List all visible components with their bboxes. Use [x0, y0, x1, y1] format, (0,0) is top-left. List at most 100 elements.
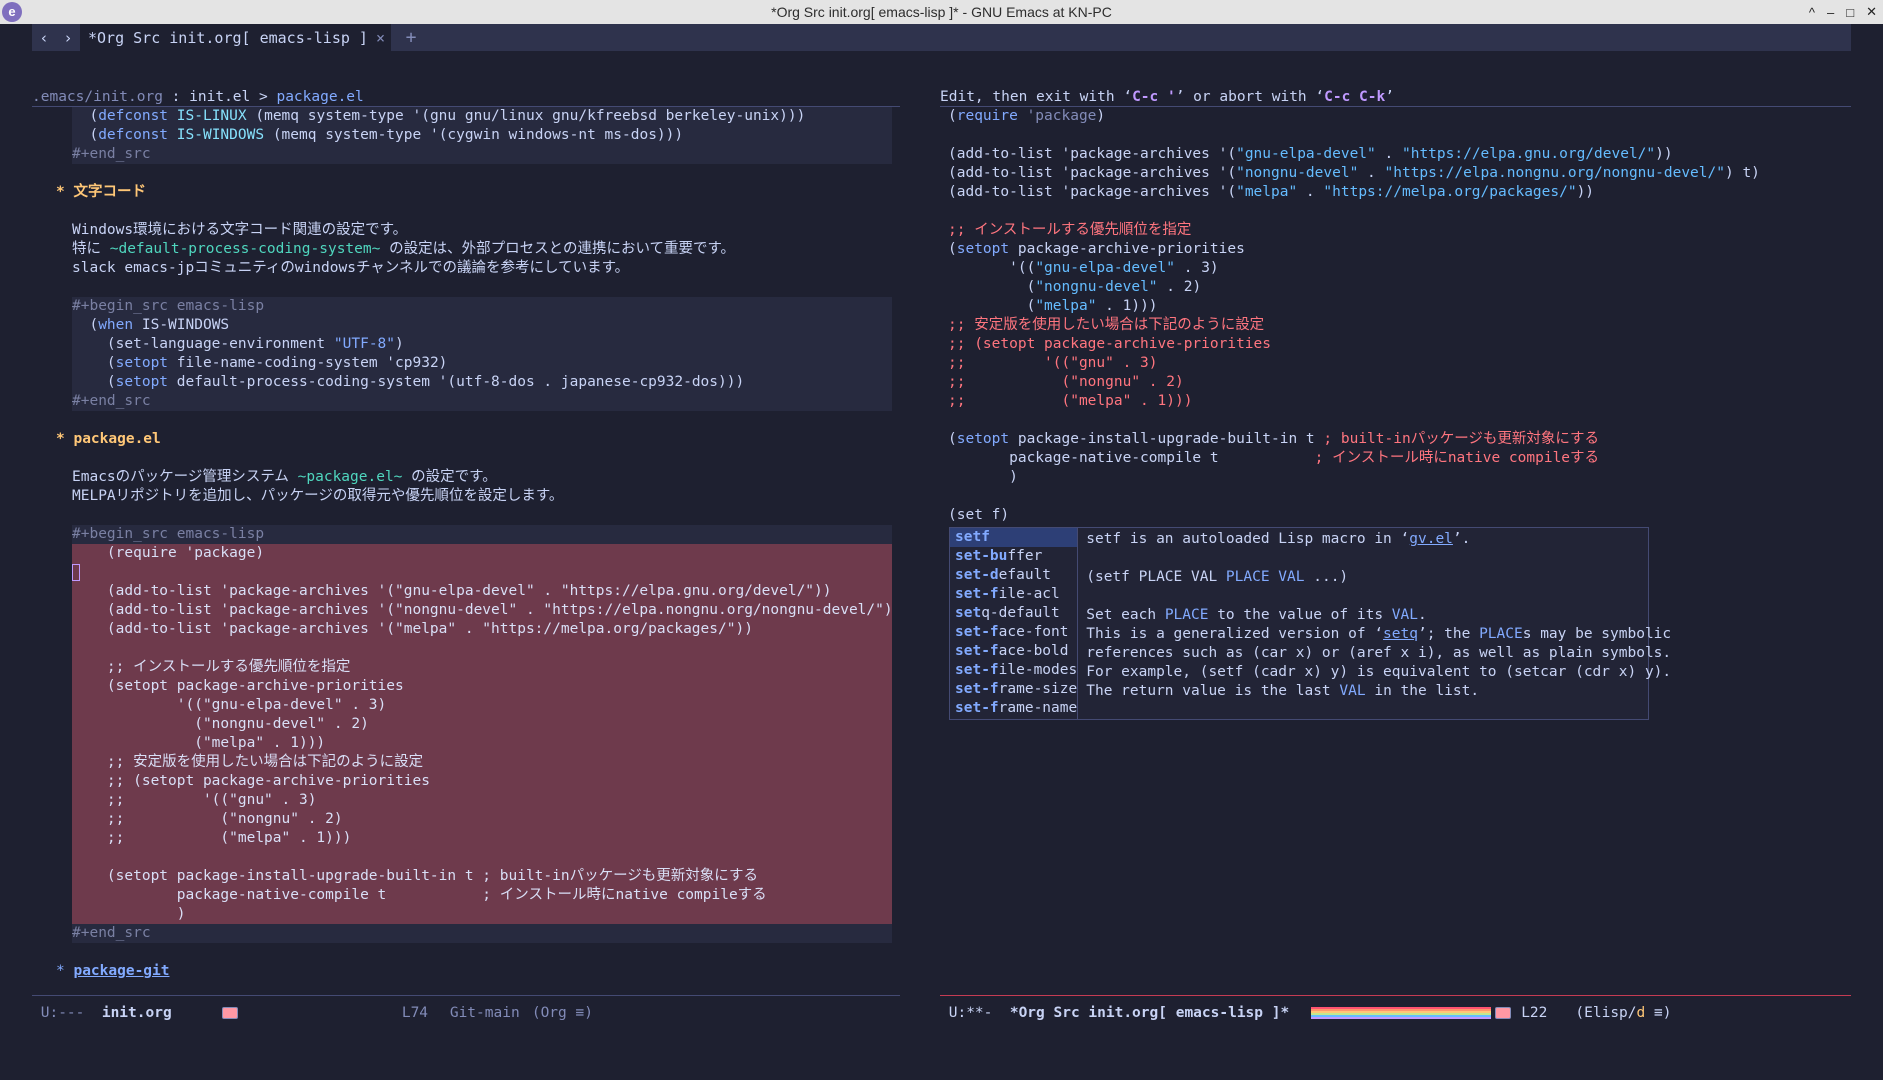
mode-text: (Elisp/: [1575, 1004, 1637, 1021]
completion-candidate-selected[interactable]: setf: [950, 528, 1078, 547]
completion-candidate[interactable]: set-frame-size: [950, 680, 1077, 699]
candidate-rest: q-default: [981, 605, 1060, 621]
package-git-link[interactable]: package-git: [73, 963, 169, 979]
modeline-state: U:**-: [940, 1004, 1010, 1021]
modeline-buffer-name[interactable]: init.org: [102, 1005, 222, 1021]
candidate-match: set-f: [955, 700, 999, 716]
completion-candidate[interactable]: setq-default: [950, 604, 1077, 623]
close-window-icon[interactable]: ✕: [1866, 4, 1877, 20]
maximize-icon[interactable]: □: [1846, 5, 1854, 20]
tab-back-icon[interactable]: ‹: [32, 24, 56, 51]
code-line: (setopt file-name-coding-system 'cp932): [72, 355, 448, 371]
code-line: ;; '(("gnu" . 3): [72, 792, 317, 808]
completion-candidate[interactable]: set-face-font: [950, 623, 1077, 642]
comment-line: ;; インストールする優先順位を指定: [948, 222, 1192, 238]
end-src: #+end_src: [72, 146, 151, 162]
doc-text: s may be symbolic: [1522, 626, 1672, 642]
header-text: ’: [1385, 89, 1394, 105]
modeline-buffer-name[interactable]: *Org Src init.org[ emacs-lisp ]*: [1010, 1005, 1289, 1021]
code-line: ("melpa" . 1))): [948, 297, 1851, 316]
doc-text: Set each: [1086, 607, 1165, 623]
breadcrumb-sep: :: [162, 89, 190, 105]
modeline-major-mode[interactable]: (Elisp/d ≡): [1575, 1005, 1671, 1021]
string: "gnu-elpa-devel": [1035, 260, 1175, 276]
completion-popup[interactable]: setf set-buffer set-default set-file-acl…: [949, 527, 1671, 720]
emacs-icon: e: [2, 2, 22, 22]
begin-src: #+begin_src emacs-lisp: [72, 526, 265, 542]
candidate-match: set-bu: [955, 548, 1008, 564]
minimize-icon[interactable]: –: [1827, 5, 1834, 20]
tab-close-icon[interactable]: ×: [376, 29, 385, 47]
code-line: (require 'package): [948, 108, 1106, 124]
doc-text: setf is an autoloaded Lisp macro in ‘: [1086, 531, 1410, 547]
completion-candidate[interactable]: set-default: [950, 566, 1077, 585]
highlighted-region: (require 'package) (add-to-list 'package…: [72, 544, 893, 924]
left-window-init-org[interactable]: .emacs/init.org : init.el > package.el (…: [32, 88, 900, 995]
completion-doc: setf is an autoloaded Lisp macro in ‘gv.…: [1078, 528, 1679, 719]
modeline-major-mode[interactable]: (Org ≡): [532, 1005, 593, 1021]
tab-forward-icon[interactable]: ›: [56, 24, 80, 51]
collapse-icon[interactable]: ^: [1809, 5, 1815, 20]
mode-indicator: d: [1636, 1004, 1646, 1021]
code-line: ): [948, 469, 1018, 485]
completion-candidate[interactable]: set-file-modes: [950, 661, 1077, 680]
completion-candidate[interactable]: set-file-acl: [950, 585, 1077, 604]
heading-package-el[interactable]: * package.el: [56, 430, 900, 449]
code-line: (setopt package-archive-priorities: [72, 678, 404, 694]
window-controls: ^ – □ ✕: [1809, 0, 1877, 24]
gv-el-link[interactable]: gv.el: [1409, 531, 1453, 547]
completion-candidate[interactable]: set-buffer: [950, 547, 1077, 566]
doc-line: (setf PLACE VAL PLACE VAL ...): [1086, 568, 1671, 587]
breadcrumb-file: init.org: [93, 89, 163, 105]
code-line: (add-to-list 'package-archives '("gnu-el…: [948, 146, 1673, 162]
doc-text: ...): [1304, 569, 1349, 585]
header-text: ’ or abort with ‘: [1175, 89, 1325, 105]
breadcrumb-sep: >: [250, 89, 277, 105]
new-tab-button[interactable]: +: [391, 24, 431, 51]
comment-line: ;; '(("gnu" . 3): [948, 355, 1158, 371]
candidate-rest: rame-name: [998, 700, 1078, 716]
code-line: ;; インストールする優先順位を指定: [72, 659, 351, 675]
breadcrumb-crumb2: package.el: [276, 89, 364, 105]
modeline-vc-branch[interactable]: Git-main: [450, 1005, 532, 1021]
src-edit-buffer[interactable]: (require 'package) (add-to-list 'package…: [940, 107, 1851, 525]
completion-candidate[interactable]: set-frame-name: [950, 699, 1077, 718]
candidate-rest: ile-acl: [998, 586, 1060, 602]
completion-candidates[interactable]: setf set-buffer set-default set-file-acl…: [950, 528, 1079, 719]
string: "nongnu-devel": [1035, 279, 1158, 295]
code-line: ("nongnu-devel" . 2): [948, 278, 1851, 297]
tab-org-src[interactable]: *Org Src init.org[ emacs-lisp ] ×: [80, 24, 391, 51]
breadcrumb-dir: .emacs/: [32, 89, 94, 105]
candidate-rest: rame-size: [998, 681, 1078, 697]
end-src: #+end_src: [72, 925, 151, 941]
comment: ; built-inパッケージも更新対象にする: [1323, 431, 1600, 447]
code-line: ;; 安定版を使用したい場合は下記のように設定: [72, 754, 424, 770]
exit-keybinding: C-c ': [1132, 89, 1176, 105]
code-text: . 2): [1157, 279, 1202, 295]
heading-package-git[interactable]: * package-git: [56, 962, 900, 981]
comment-line: ;; 安定版を使用したい場合は下記のように設定: [948, 317, 1265, 333]
completion-candidate[interactable]: set-face-bold: [950, 642, 1077, 661]
doc-text: This is a generalized version of ‘: [1086, 626, 1384, 642]
modeline-state: U:---: [32, 1004, 102, 1021]
doc-arg: PLACE: [1164, 607, 1209, 623]
src-block-package-editing[interactable]: #+begin_src emacs-lisp (require 'package…: [72, 525, 893, 943]
current-input-line[interactable]: (set f): [948, 506, 1851, 525]
doc-line: The return value is the last VAL in the …: [1086, 682, 1671, 701]
modeline-line-number: L74: [401, 1004, 429, 1021]
heading-moji-code[interactable]: * 文字コード: [56, 183, 900, 202]
doc-arg: PLACE: [1479, 626, 1523, 642]
para-line: Emacsのパッケージ管理システム ~package.el~ の設定です。: [72, 469, 497, 485]
code-line: (add-to-list 'package-archives '("melpa"…: [72, 621, 753, 637]
doc-line: This is a generalized version of ‘setq’;…: [1086, 625, 1671, 644]
code-line: ;; ("nongnu" . 2): [72, 811, 343, 827]
setq-link[interactable]: setq: [1383, 626, 1418, 642]
